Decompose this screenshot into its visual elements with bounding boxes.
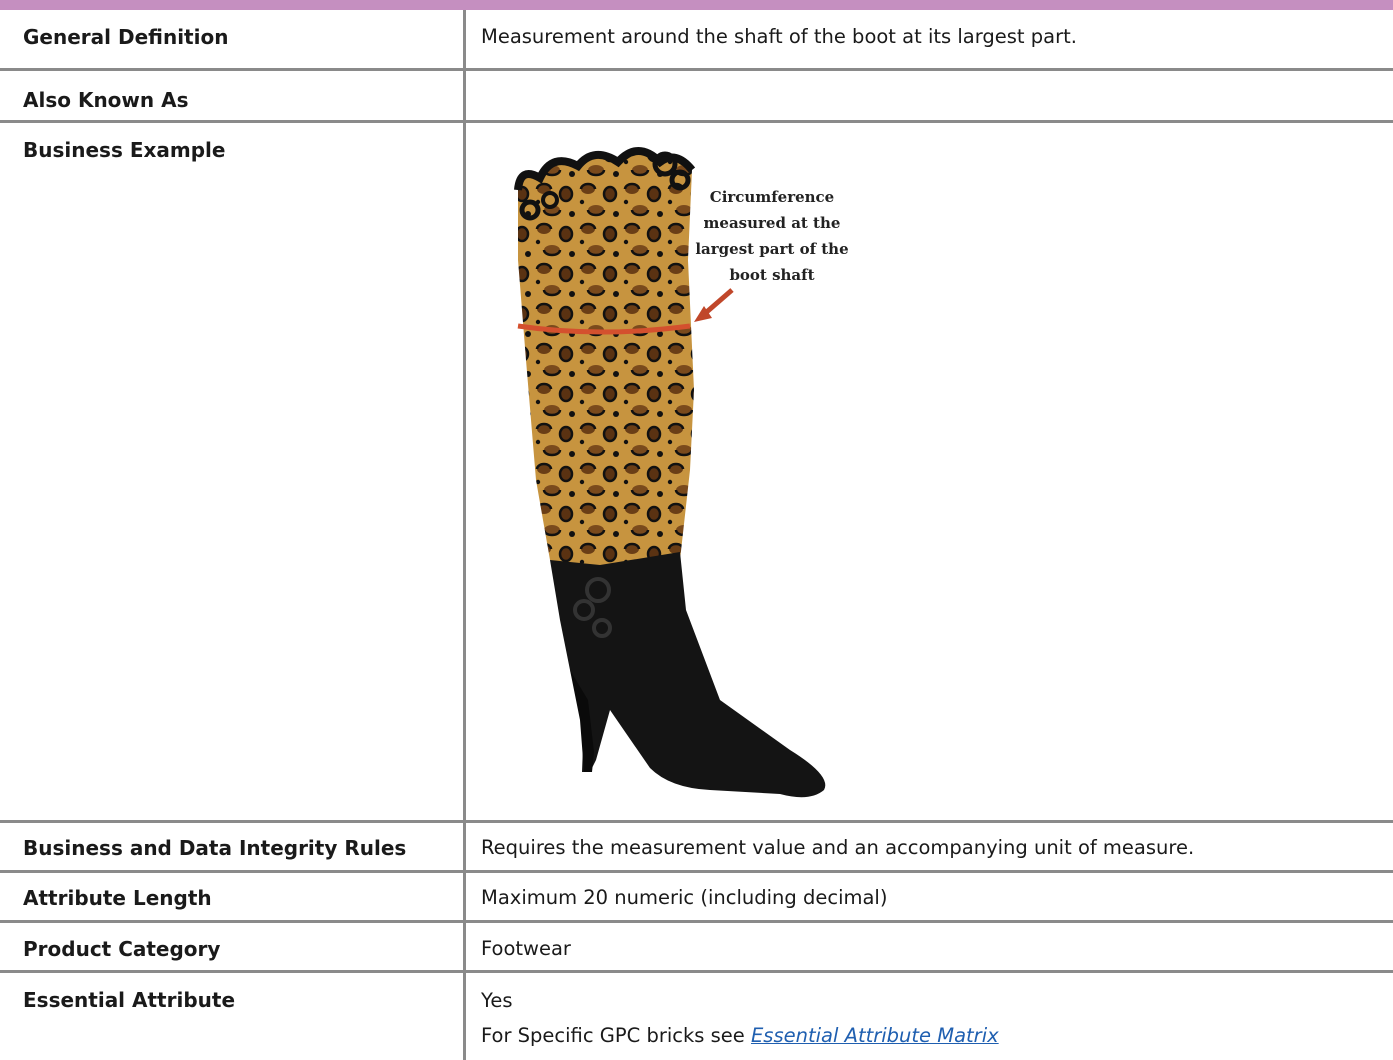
business-rules-label: Business and Data Integrity Rules (23, 836, 407, 860)
essential-attribute-note-prefix: For Specific GPC bricks see (481, 1024, 751, 1047)
annotation-line: Circumference (710, 188, 834, 206)
general-definition-label: General Definition (23, 25, 229, 49)
top-accent-bar (0, 0, 1393, 10)
general-definition-value: Measurement around the shaft of the boot… (481, 25, 1077, 48)
business-example-label: Business Example (23, 138, 226, 162)
product-category-value: Footwear (481, 937, 571, 960)
boot-example-image: Circumference measured at the largest pa… (514, 147, 849, 798)
row-divider (0, 870, 1393, 873)
annotation-line: measured at the (704, 214, 841, 232)
annotation-line: largest part of the (695, 240, 848, 258)
row-divider (0, 970, 1393, 973)
also-known-as-label: Also Known As (23, 88, 189, 112)
essential-attribute-note: For Specific GPC bricks see Essential At… (481, 1024, 999, 1047)
attribute-length-value: Maximum 20 numeric (including decimal) (481, 886, 888, 909)
row-divider (0, 920, 1393, 923)
row-divider (0, 120, 1393, 123)
attribute-length-label: Attribute Length (23, 886, 212, 910)
essential-attribute-label: Essential Attribute (23, 988, 236, 1012)
essential-attribute-value: Yes (481, 989, 513, 1012)
row-divider (0, 820, 1393, 823)
column-divider (463, 10, 466, 1060)
annotation-line: boot shaft (729, 266, 814, 284)
product-category-label: Product Category (23, 937, 221, 961)
essential-attribute-matrix-link[interactable]: Essential Attribute Matrix (751, 1024, 999, 1047)
row-divider (0, 68, 1393, 71)
business-rules-value: Requires the measurement value and an ac… (481, 836, 1195, 859)
